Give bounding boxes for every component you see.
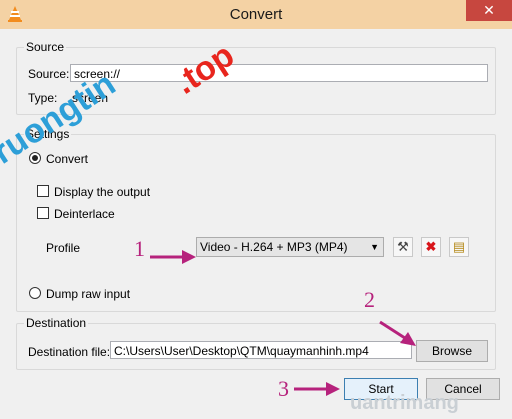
source-group-label: Source [24, 40, 67, 54]
convert-label: Convert [46, 152, 89, 166]
dump-raw-label: Dump raw input [46, 287, 131, 301]
destination-file-input[interactable]: C:\Users\User\Desktop\QTM\quaymanhinh.mp… [110, 341, 412, 359]
window-close-button[interactable]: ✕ [466, 0, 512, 21]
source-input[interactable]: screen:// [70, 64, 488, 82]
delete-x-icon: ✖ [425, 239, 437, 254]
profile-select[interactable]: Video - H.264 + MP3 (MP4) ▼ [196, 237, 384, 257]
profile-label: Profile [46, 241, 81, 255]
step-3-number: 3 [278, 376, 289, 401]
destination-group-label: Destination [24, 316, 89, 330]
window-title: Convert [229, 6, 283, 23]
deinterlace-checkbox[interactable] [37, 207, 49, 219]
wrench-screwdriver-icon: ⚒ [397, 239, 409, 254]
delete-profile-button[interactable]: ✖ [421, 237, 441, 257]
new-profile-button[interactable]: ▤ [449, 237, 469, 257]
display-output-label: Display the output [54, 185, 151, 199]
browse-button[interactable]: Browse [416, 340, 488, 362]
source-label: Source: [28, 67, 70, 81]
display-output-checkbox[interactable] [37, 185, 49, 197]
profile-select-value: Video - H.264 + MP3 (MP4) [200, 240, 348, 254]
title-bar: Convert ✕ [0, 0, 512, 29]
watermark-bottom-text: uantrimang [350, 392, 459, 414]
step-2-number: 2 [364, 287, 375, 312]
deinterlace-label: Deinterlace [54, 207, 115, 221]
destination-file-label: Destination file: [28, 345, 111, 359]
new-profile-icon: ▤ [452, 239, 466, 254]
edit-profile-button[interactable]: ⚒ [393, 237, 413, 257]
step-1-number: 1 [134, 236, 145, 261]
chevron-down-icon: ▼ [370, 242, 379, 252]
dump-raw-radio[interactable] [29, 287, 41, 299]
